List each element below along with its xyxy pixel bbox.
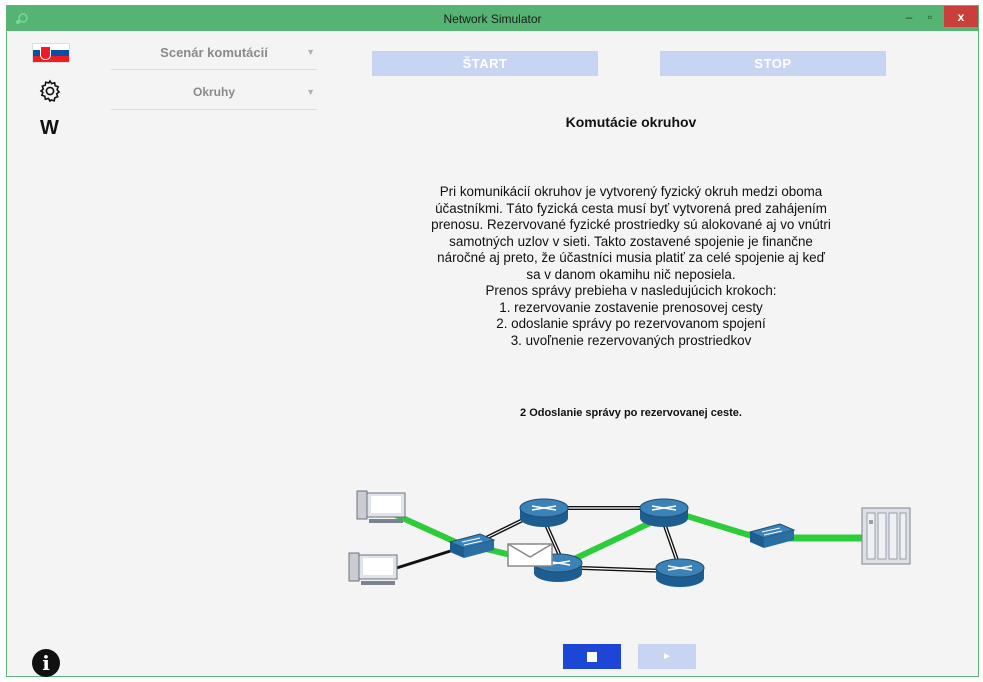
router-icon — [639, 498, 689, 527]
stop-button[interactable]: STOP — [660, 51, 886, 76]
type-dropdown-value: Okruhy — [192, 85, 235, 99]
server-icon — [861, 507, 911, 565]
window-title: Network Simulator — [443, 12, 542, 26]
play-button[interactable]: ► — [638, 644, 696, 669]
description-line: prenosu. Rezervované fyzické prostriedky… — [431, 217, 831, 232]
link-router3-router4-inner — [663, 522, 678, 561]
network-diagram — [348, 490, 911, 587]
description-text: Pri komunikácií okruhov je vytvorený fyz… — [357, 184, 905, 349]
wiki-icon[interactable]: W — [40, 117, 59, 140]
scenario-dropdown-value: Scenár komutácií — [160, 45, 268, 60]
description-line: 1. rezervovanie zostavenie prenosovej ce… — [499, 299, 763, 315]
switch-icon — [748, 523, 796, 548]
start-button[interactable]: ŠTART — [372, 51, 598, 76]
link-pc2-switch — [386, 546, 461, 573]
page-title: Komutácie okruhov — [565, 114, 697, 130]
title-bar: Network Simulator – ▫ x — [7, 6, 978, 31]
slovakia-flag-icon[interactable] — [32, 43, 70, 63]
description-line: samotných uzlov v sieti. Takto zostavené… — [449, 233, 813, 249]
description-line: Pri komunikácií okruhov je vytvorený fyz… — [439, 184, 823, 199]
description-line: sa v danom okamihu nič neposiela. — [526, 266, 736, 282]
info-icon[interactable]: i — [32, 649, 60, 677]
description-line: náročné aj preto, že účastníci musia pla… — [437, 250, 825, 265]
close-button[interactable]: x — [944, 6, 978, 27]
gear-icon[interactable] — [38, 79, 62, 103]
description-line: Prenos správy prebieha v nasledujúcich k… — [485, 283, 777, 298]
type-dropdown[interactable]: Okruhy ▼ — [111, 75, 317, 110]
scenario-dropdown[interactable]: Scenár komutácií ▼ — [111, 35, 317, 70]
link-router3-switch2 — [676, 510, 753, 539]
app-window: Network Simulator – ▫ x W i Scenár komut… — [6, 5, 979, 677]
computer-icon — [348, 552, 398, 585]
description-line: účastníkmi. Táto fyzická cesta musí byť … — [435, 200, 827, 216]
router-icon — [519, 498, 569, 527]
stop-square-icon — [587, 651, 597, 662]
chevron-down-icon: ▼ — [306, 47, 315, 57]
maximize-button[interactable]: ▫ — [921, 6, 939, 27]
router-icon — [655, 558, 705, 587]
switch-icon — [448, 533, 496, 558]
description-line: 3. uvoľnenie rezervovaných prostriedkov — [510, 332, 752, 348]
chevron-down-icon: ▼ — [306, 87, 315, 97]
envelope-icon — [507, 543, 553, 567]
minimize-button[interactable]: – — [900, 6, 918, 27]
sidebar: W i — [7, 31, 97, 677]
step-caption: 2 Odoslanie správy po rezervovanej ceste… — [520, 407, 742, 419]
stop-simulation-button[interactable] — [563, 644, 621, 669]
description-line: 2. odoslanie správy po rezervovanom spoj… — [496, 316, 766, 331]
link-router2-router3 — [570, 520, 652, 563]
